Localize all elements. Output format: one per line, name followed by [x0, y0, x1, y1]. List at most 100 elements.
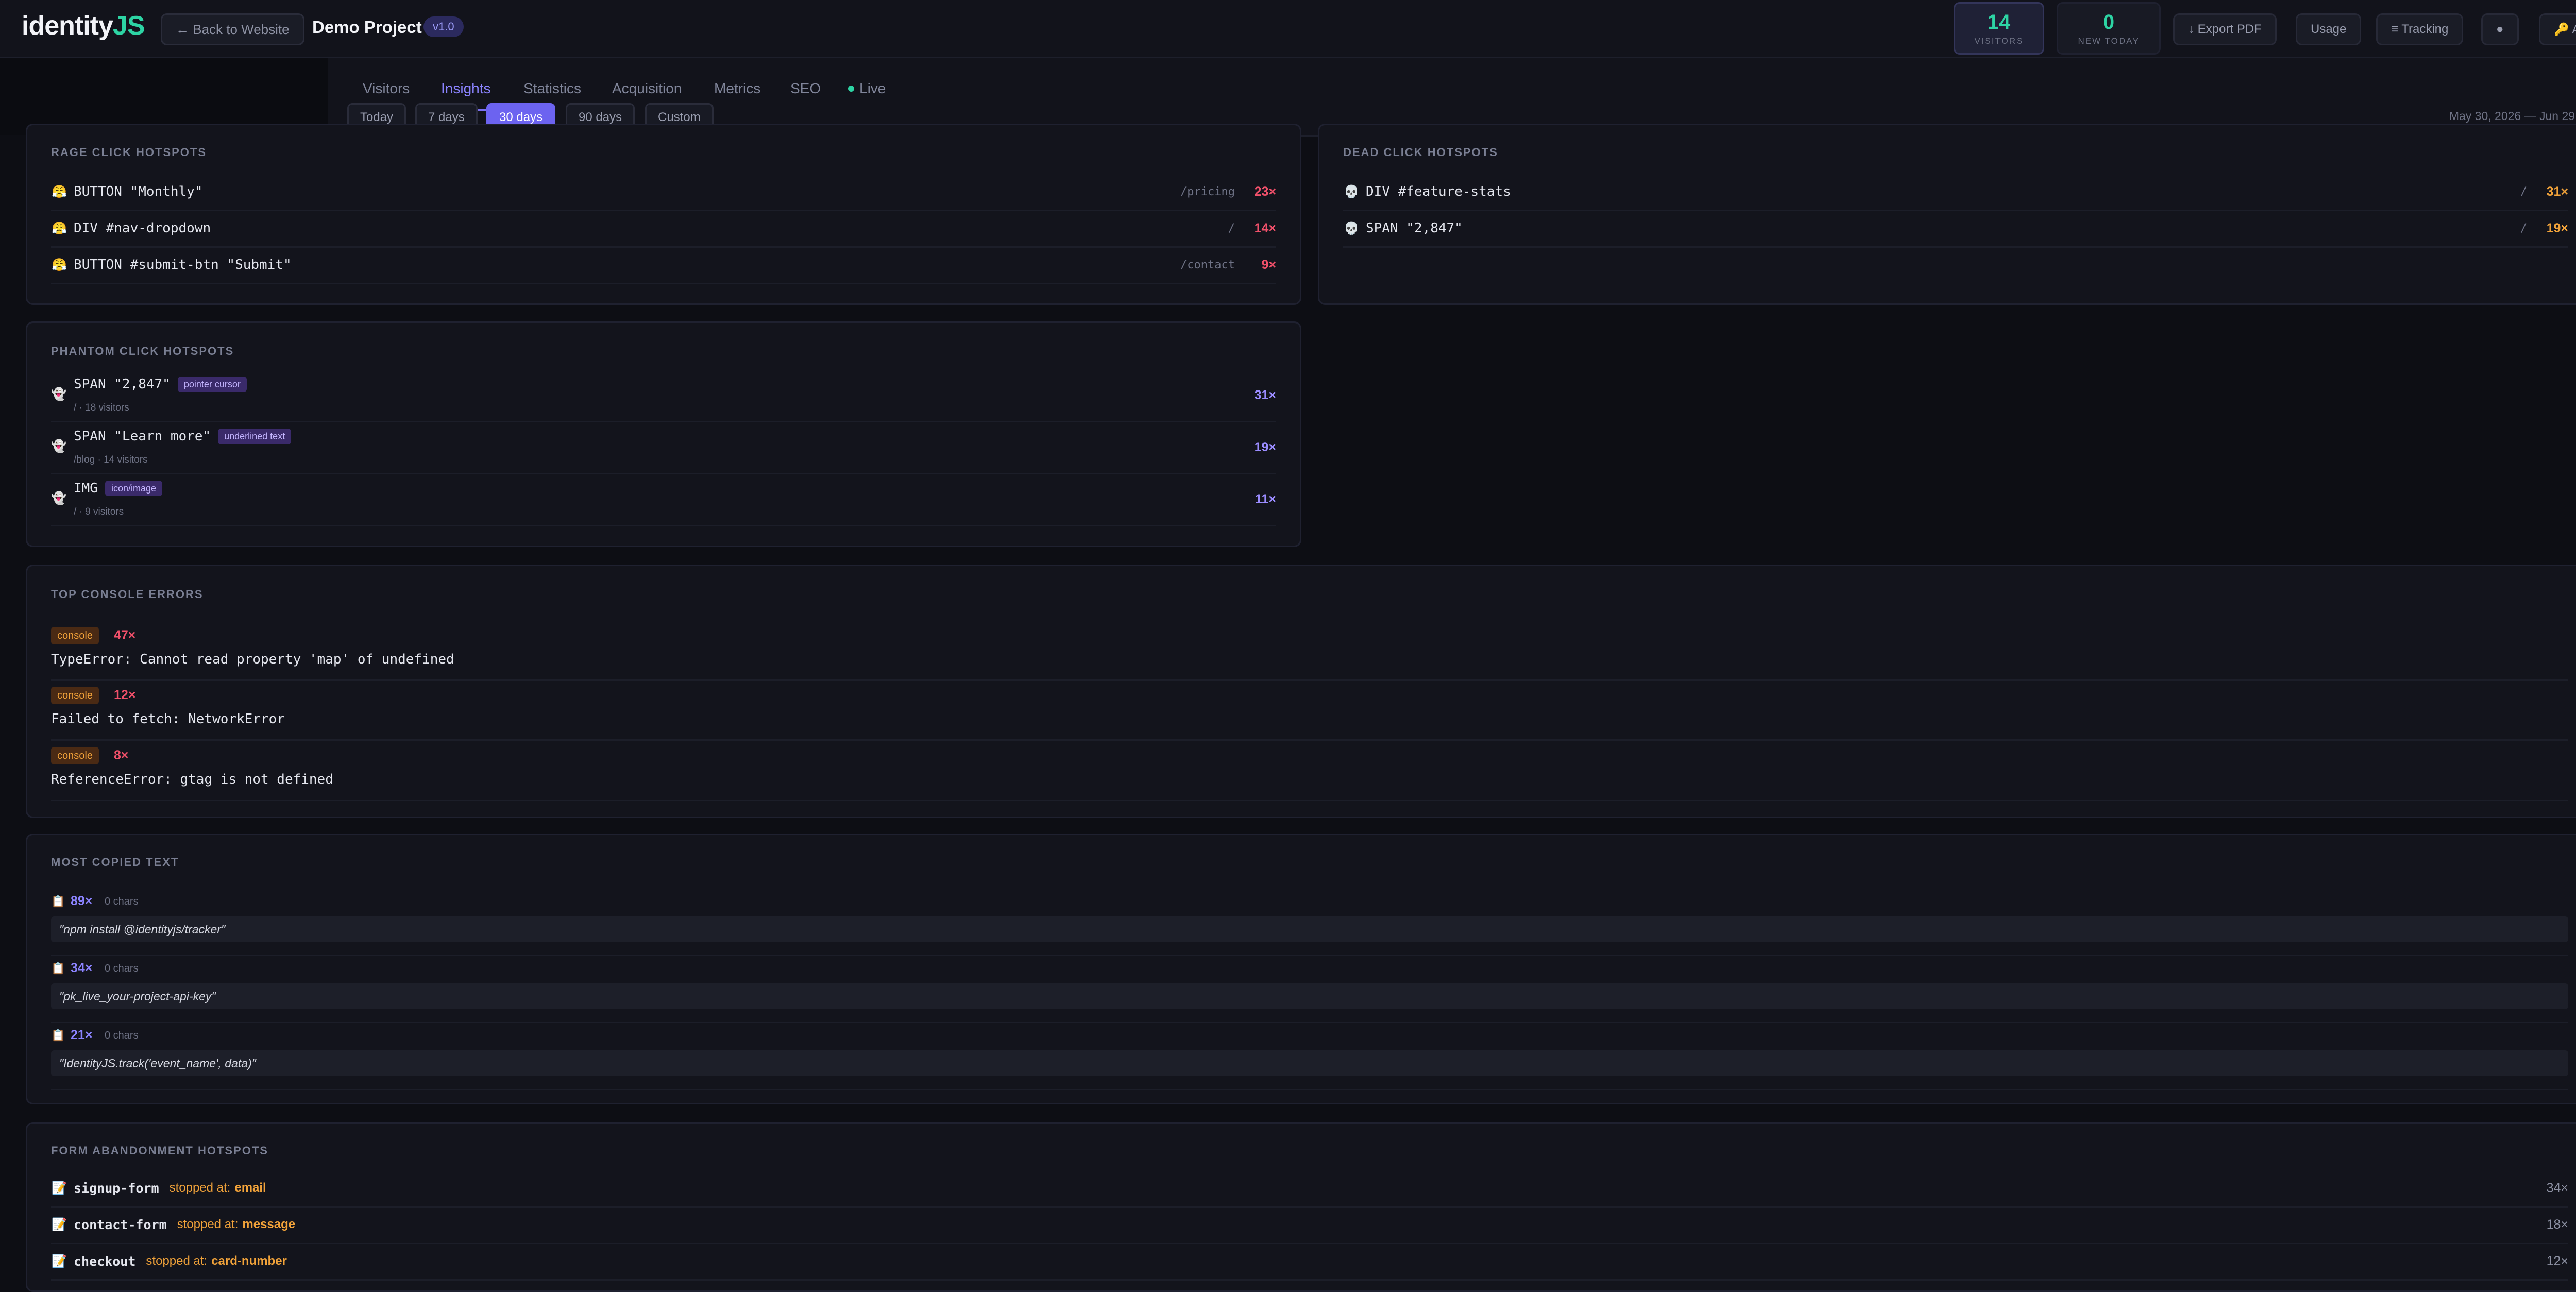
back-to-website-button[interactable]: ← Back to Website [161, 13, 304, 45]
tab-metrics[interactable]: Metrics [708, 69, 767, 109]
stopped-at-label: stopped at: [177, 1217, 239, 1231]
reason-badge: icon/image [105, 481, 163, 496]
list-item[interactable]: 📝 signup-form stopped at: email 34× [51, 1170, 2568, 1208]
element-label: DIV #nav-dropdown [74, 220, 211, 236]
list-item[interactable]: 👻 SPAN "Learn more" underlined text /blo… [51, 421, 1276, 474]
list-item[interactable]: console 12× Failed to fetch: NetworkErro… [51, 679, 2568, 741]
angry-face-icon: 😤 [52, 184, 67, 199]
element-label: DIV #feature-stats [1366, 184, 1511, 199]
click-count: 19× [1254, 440, 1276, 454]
page-path: / [1228, 222, 1235, 235]
abandon-count: 18× [2546, 1217, 2568, 1232]
stopped-field: email [234, 1181, 266, 1195]
list-item[interactable]: 👻 IMG icon/image / · 9 visitors 11× [51, 473, 1276, 526]
form-abandonment-title: FORM ABANDONMENT HOTSPOTS [51, 1144, 268, 1157]
char-count: 0 chars [105, 963, 139, 974]
click-count: 31× [2546, 184, 2568, 199]
memo-icon: 📝 [52, 1217, 67, 1232]
copy-count: 21× [71, 1028, 93, 1042]
page-path: /pricing [1180, 185, 1235, 198]
element-label: SPAN "Learn more" [74, 429, 211, 444]
list-item[interactable]: 😤 BUTTON "Monthly" /pricing 23× [51, 174, 1276, 211]
theme-toggle-button[interactable]: ● [2481, 13, 2519, 45]
rage-click-title: RAGE CLICK HOTSPOTS [51, 146, 207, 159]
new-today-stat: 0 NEW TODAY [2057, 2, 2161, 55]
phantom-click-panel: PHANTOM CLICK HOTSPOTS 👻 SPAN "2,847" po… [26, 321, 1301, 547]
clipboard-icon: 📋 [51, 962, 65, 975]
error-message: ReferenceError: gtag is not defined [51, 772, 333, 787]
list-item[interactable]: 👻 SPAN "2,847" pointer cursor / · 18 vis… [51, 369, 1276, 422]
element-label: BUTTON #submit-btn "Submit" [74, 257, 292, 273]
error-message: Failed to fetch: NetworkError [51, 711, 285, 727]
date-range-label: May 30, 2026 — Jun 29, 2026 [2449, 109, 2576, 123]
rage-click-panel: RAGE CLICK HOTSPOTS 😤 BUTTON "Monthly" /… [26, 124, 1301, 305]
click-count: 9× [1261, 257, 1276, 272]
export-pdf-button[interactable]: ↓ Export PDF [2173, 13, 2277, 45]
copied-text: "pk_live_your-project-api-key" [51, 983, 2568, 1009]
list-item[interactable]: 📋 89× 0 chars "npm install @identityjs/t… [51, 888, 2568, 956]
console-badge: console [51, 747, 99, 764]
copied-text: "IdentityJS.track('event_name', data)" [51, 1050, 2568, 1076]
version-badge: v1.0 [423, 16, 464, 37]
stopped-at-label: stopped at: [169, 1181, 231, 1195]
copy-count: 34× [71, 961, 93, 975]
angry-face-icon: 😤 [52, 258, 67, 272]
list-item[interactable]: console 47× TypeError: Cannot read prope… [51, 620, 2568, 681]
list-item[interactable]: 💀 DIV #feature-stats / 31× [1343, 174, 2568, 211]
dead-click-title: DEAD CLICK HOTSPOTS [1343, 146, 1498, 159]
form-name: contact-form [74, 1217, 167, 1232]
form-name: signup-form [74, 1180, 159, 1196]
clipboard-icon: 📋 [51, 895, 65, 908]
ghost-icon: 👻 [51, 439, 66, 453]
new-today-count: 0 [2103, 11, 2115, 33]
ghost-icon: 👻 [51, 491, 66, 505]
list-item[interactable]: 📋 34× 0 chars "pk_live_your-project-api-… [51, 955, 2568, 1023]
project-name: Demo Project [312, 18, 422, 37]
reason-badge: underlined text [218, 429, 292, 444]
error-count: 12× [114, 688, 136, 702]
most-copied-panel: MOST COPIED TEXT 📋 89× 0 chars "npm inst… [26, 834, 2576, 1104]
tracking-button[interactable]: ≡ Tracking [2376, 13, 2464, 45]
stopped-field: card-number [211, 1254, 287, 1268]
list-item[interactable]: 😤 BUTTON #submit-btn "Submit" /contact 9… [51, 247, 1276, 284]
copied-text: "npm install @identityjs/tracker" [51, 916, 2568, 942]
console-badge: console [51, 687, 99, 704]
visitors-stat: 14 VISITORS [1954, 2, 2044, 55]
error-count: 8× [114, 748, 129, 762]
phantom-click-title: PHANTOM CLICK HOTSPOTS [51, 345, 234, 358]
list-item[interactable]: 💀 SPAN "2,847" / 19× [1343, 210, 2568, 248]
error-count: 47× [114, 628, 136, 642]
console-badge: console [51, 627, 99, 644]
click-count: 19× [2546, 220, 2568, 235]
list-item[interactable]: 📝 contact-form stopped at: message 18× [51, 1206, 2568, 1244]
tab-live[interactable]: Live [842, 69, 892, 109]
click-count: 31× [1254, 388, 1276, 402]
console-errors-title: TOP CONSOLE ERRORS [51, 588, 204, 601]
live-dot-icon [848, 86, 854, 92]
list-item[interactable]: 😤 DIV #nav-dropdown / 14× [51, 210, 1276, 248]
list-item[interactable]: 📝 checkout stopped at: card-number 12× [51, 1243, 2568, 1281]
abandon-count: 12× [2546, 1253, 2568, 1268]
memo-icon: 📝 [52, 1181, 67, 1195]
tab-seo[interactable]: SEO [784, 69, 827, 109]
api-button[interactable]: 🔑 API [2539, 13, 2576, 45]
reason-badge: pointer cursor [177, 377, 247, 392]
list-item[interactable]: console 8× ReferenceError: gtag is not d… [51, 740, 2568, 801]
char-count: 0 chars [105, 1030, 139, 1041]
usage-button[interactable]: Usage [2296, 13, 2362, 45]
theme-icon: ● [2496, 22, 2504, 36]
stopped-at-label: stopped at: [146, 1254, 208, 1268]
list-item[interactable]: 📋 21× 0 chars "IdentityJS.track('event_n… [51, 1022, 2568, 1090]
abandon-count: 34× [2546, 1180, 2568, 1195]
console-errors-panel: TOP CONSOLE ERRORS console 47× TypeError… [26, 565, 2576, 818]
clipboard-icon: 📋 [51, 1029, 65, 1042]
page-visitors: / · 18 visitors [74, 402, 129, 413]
click-count: 23× [1254, 184, 1276, 199]
element-label: SPAN "2,847" [1366, 220, 1463, 236]
skull-icon: 💀 [1344, 221, 1359, 235]
logo[interactable]: identityJS [22, 10, 145, 41]
page-visitors: /blog · 14 visitors [74, 454, 148, 465]
char-count: 0 chars [105, 896, 139, 907]
copy-count: 89× [71, 894, 93, 908]
dead-click-panel: DEAD CLICK HOTSPOTS 💀 DIV #feature-stats… [1318, 124, 2576, 305]
